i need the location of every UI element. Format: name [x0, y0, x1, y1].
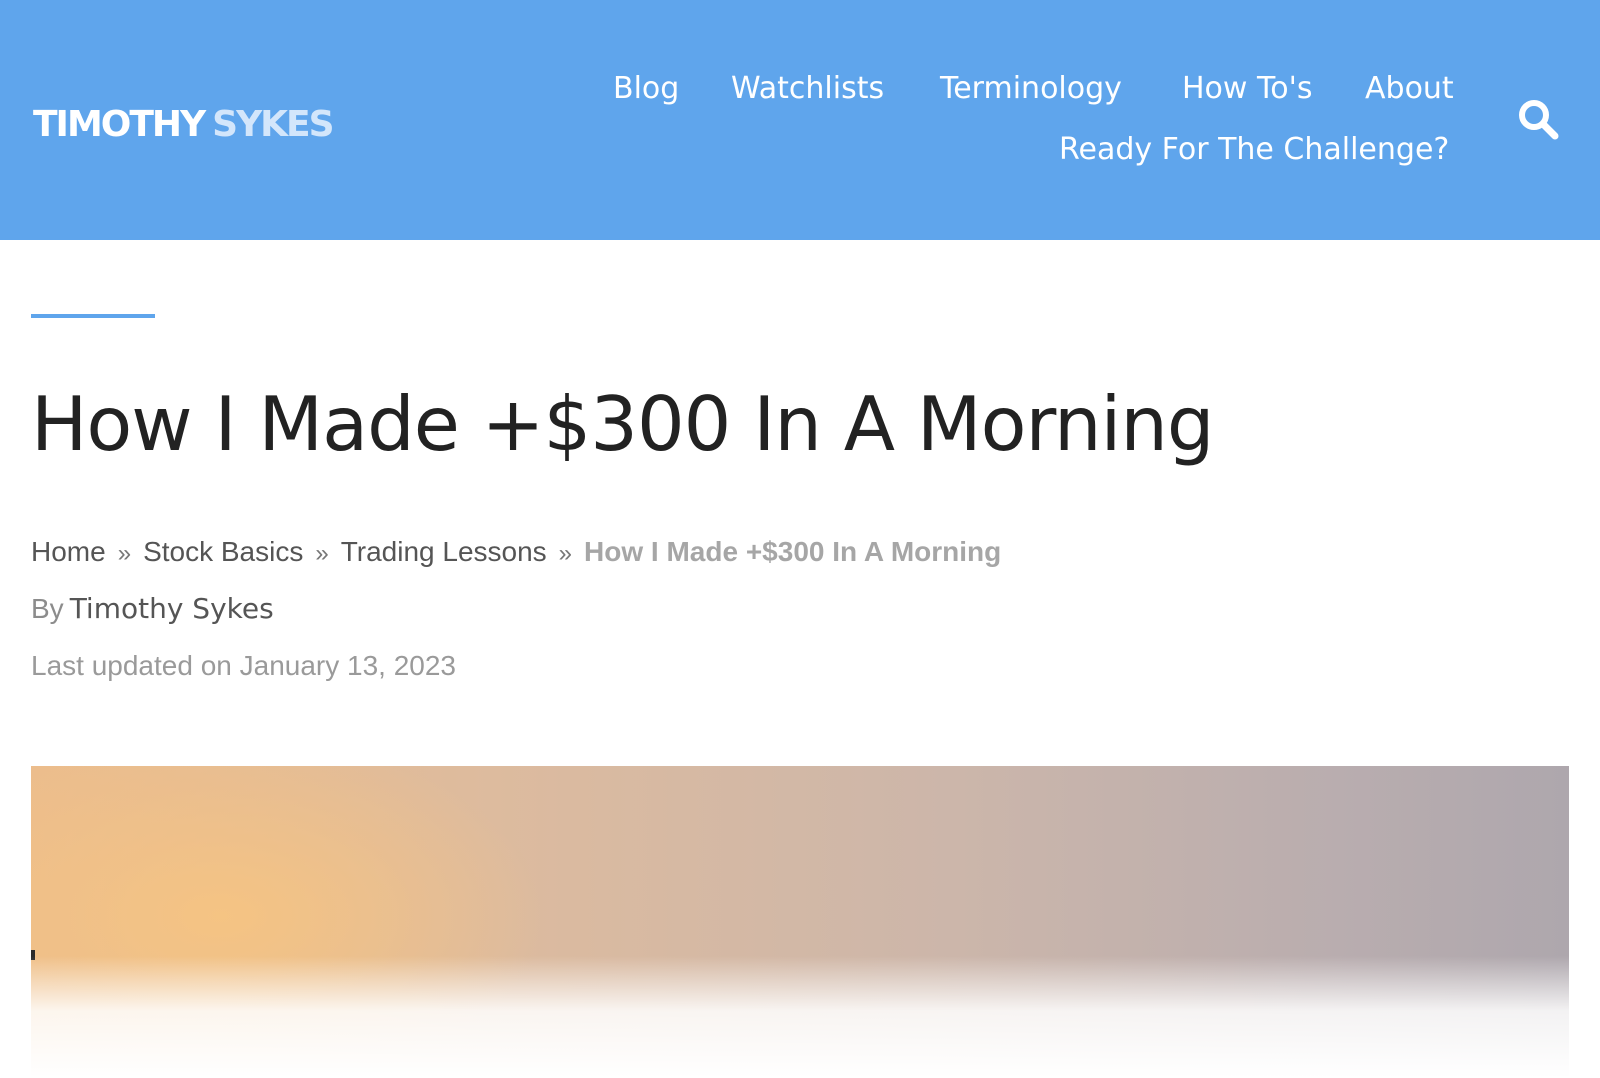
nav-blog[interactable]: Blog: [613, 71, 679, 106]
author-link[interactable]: Timothy Sykes: [70, 592, 274, 625]
title-accent-divider: [31, 314, 155, 318]
byline-prefix: By: [31, 593, 64, 624]
breadcrumb-home[interactable]: Home: [31, 536, 106, 567]
nav-watchlists[interactable]: Watchlists: [731, 71, 884, 106]
logo-first-word: TIMOTHY: [33, 104, 206, 145]
breadcrumb: Home » Stock Basics » Trading Lessons » How I …: [31, 536, 1001, 568]
site-header: TIMOTHY SYKES Blog Watchlists Terminology…: [0, 0, 1600, 240]
breadcrumb-separator: »: [117, 540, 132, 567]
nav-terminology[interactable]: Terminology: [940, 71, 1122, 106]
nav-ready-for-challenge[interactable]: Ready For The Challenge?: [1059, 132, 1449, 167]
page-title: How I Made +$300 In A Morning: [31, 380, 1214, 468]
hero-fog-overlay: [31, 956, 1569, 1078]
site-logo[interactable]: TIMOTHY SYKES: [33, 104, 335, 145]
breadcrumb-separator: »: [558, 540, 573, 567]
nav-about[interactable]: About: [1365, 71, 1454, 106]
last-updated-date: Last updated on January 13, 2023: [31, 650, 457, 681]
breadcrumb-stock-basics[interactable]: Stock Basics: [143, 536, 303, 567]
hero-image: [31, 766, 1569, 1078]
breadcrumb-current: How I Made +$300 In A Morning: [584, 536, 1002, 567]
byline: By Timothy Sykes: [31, 592, 274, 625]
nav-how-tos[interactable]: How To's: [1182, 71, 1312, 106]
breadcrumb-trading-lessons[interactable]: Trading Lessons: [341, 536, 547, 567]
search-icon[interactable]: [1517, 98, 1559, 140]
logo-second-word: SYKES: [212, 104, 334, 145]
breadcrumb-separator: »: [315, 540, 329, 567]
